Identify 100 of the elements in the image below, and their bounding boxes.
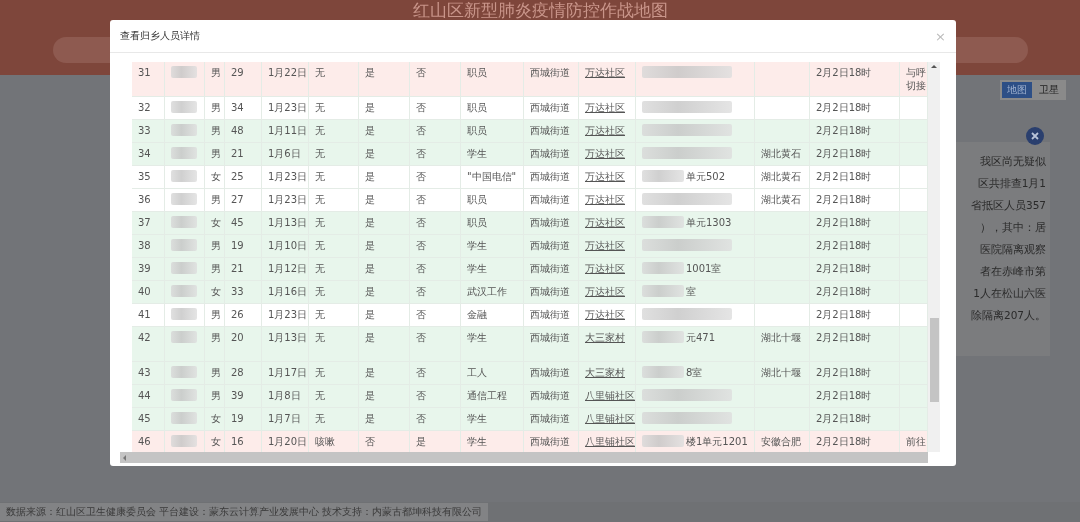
- community-link[interactable]: 万达社区: [585, 170, 625, 183]
- table-cell: 西城街道: [530, 412, 570, 425]
- table-cell: 湖北黄石: [761, 193, 801, 206]
- blurred-name: [171, 435, 197, 447]
- table-cell: 28: [231, 366, 244, 379]
- table-cell: 1月7日: [268, 412, 301, 425]
- table-cell: 学生: [467, 147, 487, 160]
- map-type-tab[interactable]: 地图: [1002, 82, 1032, 98]
- community-link[interactable]: 大三家村: [585, 331, 625, 344]
- community-link[interactable]: 万达社区: [585, 101, 625, 114]
- table-cell: 西城街道: [530, 435, 570, 448]
- table-cell: 无: [315, 124, 325, 137]
- community-link[interactable]: 万达社区: [585, 308, 625, 321]
- community-link[interactable]: 万达社区: [585, 239, 625, 252]
- table-cell: 25: [231, 170, 244, 183]
- horizontal-scrollbar[interactable]: [120, 452, 928, 463]
- blurred-address: [642, 262, 684, 274]
- vertical-scrollbar[interactable]: [928, 62, 940, 452]
- table-cell: 是: [365, 193, 375, 206]
- table-cell: 学生: [467, 331, 487, 344]
- community-link[interactable]: 八里铺社区: [585, 412, 635, 425]
- table-cell: 36: [138, 193, 151, 206]
- community-link[interactable]: 万达社区: [585, 216, 625, 229]
- table-cell: 是: [365, 308, 375, 321]
- community-link[interactable]: 大三家村: [585, 366, 625, 379]
- info-text-line: 者在赤峰市第: [980, 264, 1046, 279]
- table-cell: 职员: [467, 101, 487, 114]
- table-cell: 前往: [906, 435, 926, 448]
- table-cell: 16: [231, 435, 244, 448]
- blurred-name: [171, 170, 197, 182]
- table-cell: 职员: [467, 66, 487, 79]
- community-link[interactable]: 万达社区: [585, 124, 625, 137]
- table-cell: 34: [138, 147, 151, 160]
- info-text-line: 医院隔离观察: [980, 242, 1046, 257]
- table-cell: 楼1单元1201: [686, 435, 748, 448]
- table-cell: 西城街道: [530, 366, 570, 379]
- table-cell: 1月16日: [268, 285, 308, 298]
- table-cell: 37: [138, 216, 151, 229]
- table-cell: 西城街道: [530, 285, 570, 298]
- table-cell: 女: [211, 170, 221, 183]
- table-cell: 20: [231, 331, 244, 344]
- scrollbar-thumb[interactable]: [930, 318, 939, 402]
- close-icon[interactable]: [1026, 127, 1044, 145]
- blurred-name: [171, 308, 197, 320]
- table-cell: 西城街道: [530, 308, 570, 321]
- table-cell: 44: [138, 389, 151, 402]
- table-cell: 无: [315, 193, 325, 206]
- table-cell: 无: [315, 216, 325, 229]
- page-title: 红山区新型肺炎疫情防控作战地图: [412, 0, 668, 20]
- table-cell: 33: [138, 124, 151, 137]
- table-cell: 2月2日18时: [816, 366, 872, 379]
- table-cell: 1月23日: [268, 101, 308, 114]
- table-cell: 46: [138, 435, 151, 448]
- table-cell: 无: [315, 412, 325, 425]
- table-cell: 2月2日18时: [816, 285, 872, 298]
- table-cell: 2月2日18时: [816, 147, 872, 160]
- table-cell: 无: [315, 66, 325, 79]
- table-cell: 27: [231, 193, 244, 206]
- blurred-address: [642, 285, 684, 297]
- table-cell: 1月6日: [268, 147, 301, 160]
- blurred-address: [642, 435, 684, 447]
- table-cell: 2月2日18时: [816, 308, 872, 321]
- community-link[interactable]: 八里铺社区: [585, 389, 635, 402]
- table-cell: 无: [315, 262, 325, 275]
- table-cell: 否: [416, 193, 426, 206]
- table-cell: 元471: [686, 331, 716, 344]
- table-cell: 2月2日18时: [816, 389, 872, 402]
- table-cell: 2月2日18时: [816, 124, 872, 137]
- table-cell: 40: [138, 285, 151, 298]
- table-cell: 男: [211, 124, 221, 137]
- community-link[interactable]: 万达社区: [585, 193, 625, 206]
- blurred-name: [171, 285, 197, 297]
- table-cell: 1月8日: [268, 389, 301, 402]
- community-link[interactable]: 万达社区: [585, 285, 625, 298]
- community-link[interactable]: 万达社区: [585, 66, 625, 79]
- table-cell: 1月11日: [268, 124, 308, 137]
- community-link[interactable]: 万达社区: [585, 147, 625, 160]
- table-cell: 是: [365, 285, 375, 298]
- table-cell: 否: [416, 366, 426, 379]
- footer-credits: 数据来源：红山区卫生健康委员会 平台建设：蒙东云计算产业发展中心 技术支持：内蒙古都坤科技有限公司: [0, 503, 489, 521]
- community-link[interactable]: 八里铺社区: [585, 435, 635, 448]
- table-cell: 职员: [467, 216, 487, 229]
- table-cell: 是: [365, 412, 375, 425]
- table-cell: 无: [315, 389, 325, 402]
- table-cell: 2月2日18时: [816, 193, 872, 206]
- community-link[interactable]: 万达社区: [585, 262, 625, 275]
- table-cell: 1月13日: [268, 331, 308, 344]
- table-cell: 1月22日: [268, 66, 308, 79]
- table-cell: 无: [315, 101, 325, 114]
- table-cell: 是: [365, 262, 375, 275]
- table-cell: 男: [211, 101, 221, 114]
- table-cell: 职员: [467, 193, 487, 206]
- table-cell: 安徽合肥: [761, 435, 801, 448]
- table-cell: 西城街道: [530, 101, 570, 114]
- table-cell: 33: [231, 285, 244, 298]
- dialog-title: 查看归乡人员详情: [120, 29, 200, 43]
- table-cell: 是: [365, 124, 375, 137]
- table-cell: 1月20日: [268, 435, 308, 448]
- blurred-name: [171, 216, 197, 228]
- table-cell: 26: [231, 308, 244, 321]
